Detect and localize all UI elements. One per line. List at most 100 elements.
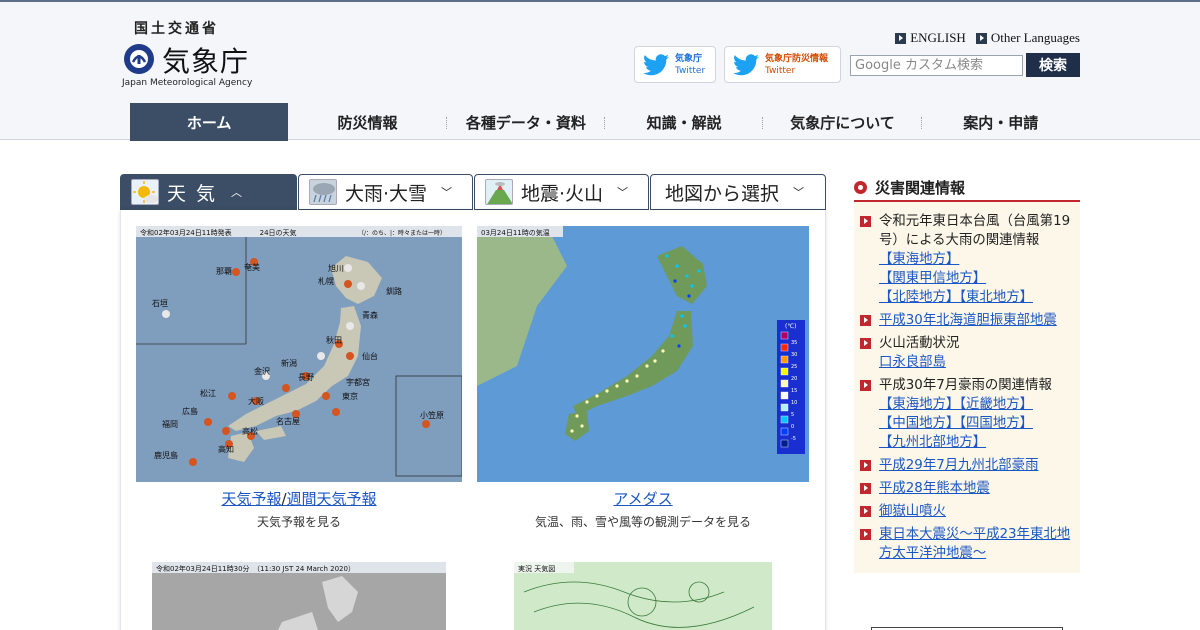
arrow-right-icon	[860, 506, 871, 517]
legend-value: 10	[791, 400, 797, 406]
jma-logo[interactable]: 国土交通省 気象庁 Japan Meteorological Agency	[122, 18, 252, 90]
forecast-card: 令和02年03月24日11時発表 24日の天気 （/：のち、|：時々または一時）…	[136, 226, 462, 530]
list-item: 平成30年7月豪雨の関連情報 【東海地方】【近畿地方】 【中国地方】【四国地方】…	[860, 376, 1072, 452]
svg-text:福岡: 福岡	[162, 420, 178, 429]
link-typhoon-kanto-koshin[interactable]: 【関東甲信地方】	[879, 269, 1072, 288]
arrow-right-icon	[860, 338, 871, 349]
sidebar-title: 災害関連情報	[854, 174, 1080, 202]
legend-swatch	[780, 391, 789, 400]
svg-text:旭川: 旭川	[328, 263, 344, 273]
link-july-rain-kyushu[interactable]: 【九州北部地方】	[879, 433, 1052, 452]
amedas-card: 03月24日11時の気温 (℃) 35 30 25 20 15 10 5 0 -5 アメダス 気温…	[477, 226, 809, 530]
tab-heavy-rain-snow[interactable]: 大雨·大雪 ﹀	[298, 174, 473, 210]
legend-swatch	[780, 355, 789, 364]
legend-value: 30	[791, 352, 797, 358]
legend-swatch	[780, 343, 789, 352]
chevron-down-icon: ﹀	[441, 186, 453, 199]
svg-text:鹿児島: 鹿児島	[154, 450, 178, 460]
legend-swatch	[780, 403, 789, 412]
amedas-link[interactable]: アメダス	[477, 488, 809, 509]
search-button[interactable]: 検索	[1026, 53, 1080, 77]
legend-value: 25	[791, 364, 797, 370]
list-item: 東日本大震災～平成23年東北地方太平洋沖地震～	[860, 525, 1072, 563]
satellite-map-header: 令和02年03月24日11時30分 （11:30 JST 24 March 20…	[156, 564, 355, 573]
chevron-down-icon: ﹀	[617, 186, 629, 199]
legend-swatch	[780, 427, 789, 436]
arrow-right-icon	[860, 315, 871, 326]
arrow-right-icon	[860, 380, 871, 391]
jma-disaster-twitter-button[interactable]: 気象庁防災情報 Twitter	[724, 46, 841, 83]
legend-value: 35	[791, 340, 797, 346]
svg-text:青森: 青森	[362, 310, 378, 320]
link-hokkaido-earthquake[interactable]: 平成30年北海道胆振東部地震	[879, 311, 1057, 330]
forecast-map[interactable]: 令和02年03月24日11時発表 24日の天気 （/：のち、|：時々または一時）…	[136, 226, 462, 482]
svg-text:札幌: 札幌	[318, 276, 334, 286]
jma-twitter-button[interactable]: 気象庁 Twitter	[634, 46, 716, 83]
link-great-east-japan-earthquake[interactable]: 東日本大震災～平成23年東北地方太平洋沖地震～	[879, 525, 1072, 563]
sidebar-list: 令和元年東日本台風（台風第19号）による大雨の関連情報 【東海地方】 【関東甲信…	[854, 202, 1080, 573]
nav-home[interactable]: ホーム	[130, 103, 289, 141]
arrow-right-icon	[860, 529, 871, 540]
site-header: 国土交通省 気象庁 Japan Meteorological Agency EN…	[0, 2, 1200, 141]
legend-swatch	[780, 331, 789, 340]
svg-text:高知: 高知	[218, 444, 234, 454]
link-typhoon-hokuriku-tohoku[interactable]: 【北陸地方】【東北地方】	[879, 288, 1072, 307]
nav-data[interactable]: 各種データ・資料	[447, 103, 606, 141]
forecast-map-legend-note: （/：のち、|：時々または一時）	[358, 229, 446, 237]
link-july-rain-tokai-kinki[interactable]: 【東海地方】【近畿地方】	[879, 395, 1052, 414]
legend-swatch	[780, 415, 789, 424]
twitter-bird-icon	[733, 53, 759, 75]
svg-text:奄美: 奄美	[244, 262, 260, 272]
rain-icon	[309, 179, 337, 205]
link-ontake-eruption[interactable]: 御嶽山噴火	[879, 502, 946, 521]
english-link[interactable]: ENGLISH	[895, 30, 966, 46]
jma-emblem-icon	[124, 44, 154, 74]
forecast-links: 天気予報/週間天気予報	[221, 490, 377, 508]
amedas-map[interactable]: 03月24日11時の気温 (℃) 35 30 25 20 15 10 5 0 -5	[477, 226, 809, 482]
weather-chart-map[interactable]: 実況 天気図	[514, 562, 772, 630]
svg-text:広島: 広島	[182, 406, 198, 416]
sun-icon	[131, 179, 159, 205]
nav-about[interactable]: 気象庁について	[763, 103, 922, 141]
link-kuchinoerabujima[interactable]: 口永良部島	[879, 353, 959, 372]
nav-guide[interactable]: 案内・申請	[922, 103, 1080, 141]
temperature-legend: (℃) 35 30 25 20 15 10 5 0 -5	[777, 320, 805, 454]
svg-text:名古屋: 名古屋	[276, 416, 300, 426]
list-item: 平成30年北海道胆振東部地震	[860, 311, 1072, 330]
agency-english-name: Japan Meteorological Agency	[122, 78, 253, 88]
forecast-description: 天気予報を見る	[256, 515, 341, 529]
svg-text:松江: 松江	[200, 388, 216, 398]
svg-text:仙台: 仙台	[362, 351, 378, 361]
link-typhoon-tokai[interactable]: 【東海地方】	[879, 250, 1072, 269]
agency-name: 気象庁	[162, 45, 250, 78]
arrow-right-icon	[895, 32, 907, 44]
weekly-forecast-link[interactable]: 週間天気予報	[287, 490, 377, 508]
legend-swatch	[780, 367, 789, 376]
weather-panel: 令和02年03月24日11時発表 24日の天気 （/：のち、|：時々または一時）…	[120, 210, 826, 630]
legend-swatch	[780, 439, 789, 448]
svg-text:金沢: 金沢	[254, 366, 270, 376]
tab-weather[interactable]: 天 気 ︿	[120, 174, 297, 210]
disaster-info-sidebar: 災害関連情報 令和元年東日本台風（台風第19号）による大雨の関連情報 【東海地方…	[854, 174, 1080, 573]
tab-earthquake-volcano[interactable]: 地震·火山 ﹀	[474, 174, 649, 210]
nav-disaster-info[interactable]: 防災情報	[288, 103, 447, 141]
twitter-bird-icon	[643, 53, 669, 75]
link-kumamoto-earthquake[interactable]: 平成28年熊本地震	[879, 479, 990, 498]
amedas-map-header: 03月24日11時の気温	[481, 228, 550, 237]
red-dot-icon	[854, 180, 867, 194]
other-languages-link[interactable]: Other Languages	[975, 30, 1080, 46]
legend-value: 0	[791, 424, 794, 430]
legend-value: 20	[791, 376, 797, 382]
chevron-up-icon: ︿	[231, 186, 243, 199]
satellite-map[interactable]: 令和02年03月24日11時30分 （11:30 JST 24 March 20…	[152, 562, 446, 630]
tab-select-from-map[interactable]: 地図から選択 ﹀	[650, 174, 826, 210]
search-input[interactable]	[850, 55, 1023, 76]
arrow-right-icon	[860, 460, 871, 471]
link-july-rain-chugoku-shikoku[interactable]: 【中国地方】【四国地方】	[879, 414, 1052, 433]
link-kyushu-heavy-rain[interactable]: 平成29年7月九州北部豪雨	[879, 456, 1038, 475]
weather-forecast-link[interactable]: 天気予報	[221, 490, 281, 508]
amedas-description: 気温、雨、雪や風等の観測データを見る	[534, 515, 751, 529]
chevron-down-icon: ﹀	[793, 186, 805, 199]
nav-knowledge[interactable]: 知識・解説	[605, 103, 764, 141]
svg-text:大阪: 大阪	[248, 396, 264, 406]
